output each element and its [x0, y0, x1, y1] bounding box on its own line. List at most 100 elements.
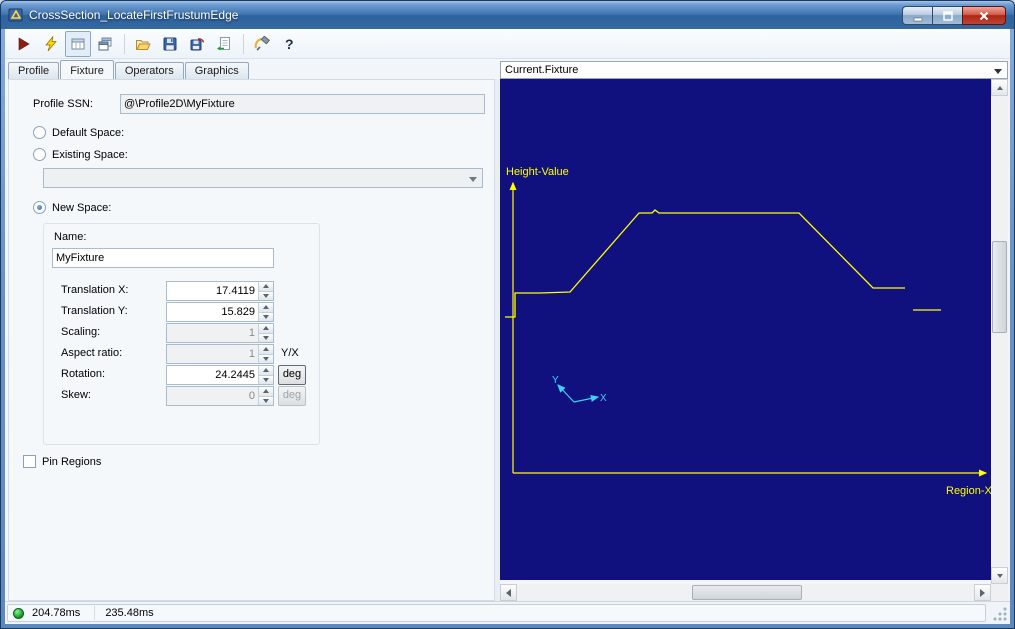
scroll-up-button[interactable]	[991, 79, 1008, 96]
toolbar-separator	[243, 34, 244, 54]
window-title: CrossSection_LocateFirstFrustumEdge	[29, 8, 238, 22]
run-button[interactable]	[11, 31, 37, 57]
measure-tool-button[interactable]	[249, 31, 275, 57]
spin-down-button[interactable]	[259, 375, 273, 385]
client-area: ? Profile Fixture Operators Graphics Pro…	[5, 29, 1010, 624]
play-icon	[16, 36, 32, 52]
status-field: 204.78ms 235.48ms	[7, 604, 986, 622]
existing-space-radio[interactable]	[33, 148, 46, 161]
plot-background	[500, 79, 994, 580]
tab-graphics[interactable]: Graphics	[185, 62, 249, 79]
minimize-button[interactable]	[902, 6, 932, 25]
caliper-icon	[254, 36, 270, 52]
chevron-down-icon	[994, 69, 1002, 74]
tab-strip: Profile Fixture Operators Graphics	[8, 62, 250, 80]
toolbar-separator	[124, 34, 125, 54]
profile-ssn-label: Profile SSN:	[33, 98, 120, 110]
horizontal-scrollbar[interactable]	[500, 584, 991, 601]
profile-display[interactable]: Height-Value Region-X X Y	[500, 79, 1008, 601]
scaling-label: Scaling:	[61, 326, 100, 338]
translation-x-spinner[interactable]: 17.4119	[166, 281, 274, 301]
svg-text:?: ?	[285, 36, 294, 52]
lightning-icon	[43, 36, 59, 52]
status-separator	[94, 606, 95, 620]
horizontal-scroll-thumb[interactable]	[692, 585, 802, 600]
spin-up-button[interactable]	[259, 345, 273, 354]
skew-spinner[interactable]: 0	[166, 386, 274, 406]
import-sheet-icon	[216, 36, 232, 52]
svg-text:Height-Value: Height-Value	[506, 166, 569, 178]
existing-space-combobox[interactable]	[43, 168, 483, 188]
rotation-label: Rotation:	[61, 368, 105, 380]
svg-text:Y: Y	[552, 375, 559, 386]
scaling-spinner[interactable]: 1	[166, 323, 274, 343]
help-button[interactable]: ?	[276, 31, 302, 57]
rotation-deg-button[interactable]: deg	[278, 365, 306, 385]
close-button[interactable]	[962, 6, 1006, 25]
aspect-ratio-spinner[interactable]: 1	[166, 344, 274, 364]
tab-operators[interactable]: Operators	[115, 62, 184, 79]
save-results-button[interactable]	[184, 31, 210, 57]
display-selector-combobox[interactable]: Current.Fixture	[500, 61, 1008, 79]
show-control-grid-button[interactable]	[65, 31, 91, 57]
scroll-down-button[interactable]	[991, 567, 1008, 584]
spin-down-button[interactable]	[259, 312, 273, 322]
new-space-label: New Space:	[52, 202, 111, 214]
spin-up-button[interactable]	[259, 387, 273, 396]
aspect-ratio-label: Aspect ratio:	[61, 347, 122, 359]
profile-plot[interactable]: Height-Value Region-X X Y	[500, 79, 994, 580]
toolbar: ?	[5, 29, 1010, 59]
name-label: Name:	[54, 231, 86, 243]
vertical-scrollbar[interactable]	[991, 79, 1008, 584]
scroll-left-button[interactable]	[500, 584, 517, 601]
rotation-spinner[interactable]: 24.2445	[166, 365, 274, 385]
spin-down-button[interactable]	[259, 291, 273, 301]
spin-up-button[interactable]	[259, 303, 273, 312]
import-export-button[interactable]	[211, 31, 237, 57]
svg-text:X: X	[600, 393, 607, 404]
spin-down-button[interactable]	[259, 354, 273, 364]
tab-fixture[interactable]: Fixture	[60, 60, 114, 79]
new-space-radio[interactable]	[33, 201, 46, 214]
pin-regions-checkbox[interactable]	[23, 455, 36, 468]
name-input[interactable]	[52, 248, 274, 268]
titlebar[interactable]: CrossSection_LocateFirstFrustumEdge	[1, 1, 1014, 29]
run-electric-button[interactable]	[38, 31, 64, 57]
statusbar: 204.78ms 235.48ms	[5, 601, 1010, 624]
open-file-button[interactable]	[130, 31, 156, 57]
vertical-scroll-thumb[interactable]	[992, 241, 1007, 333]
open-folder-icon	[135, 36, 151, 52]
svg-text:Region-X: Region-X	[946, 485, 993, 497]
clone-window-icon	[97, 36, 113, 52]
tab-profile[interactable]: Profile	[8, 62, 59, 79]
spin-up-button[interactable]	[259, 324, 273, 333]
aspect-ratio-units-label: Y/X	[281, 347, 299, 359]
skew-label: Skew:	[61, 389, 91, 401]
profile-ssn-input[interactable]	[120, 94, 485, 114]
spin-down-button[interactable]	[259, 396, 273, 406]
app-window: CrossSection_LocateFirstFrustumEdge	[0, 0, 1015, 629]
translation-y-spinner[interactable]: 15.829	[166, 302, 274, 322]
pin-regions-label: Pin Regions	[42, 456, 101, 468]
clone-view-button[interactable]	[92, 31, 118, 57]
spin-up-button[interactable]	[259, 366, 273, 375]
status-ok-led-icon	[13, 608, 24, 619]
fixture-tab-page: Profile SSN: Default Space: Existing Spa…	[8, 79, 495, 601]
save-button[interactable]	[157, 31, 183, 57]
translation-y-label: Translation Y:	[61, 305, 128, 317]
default-space-label: Default Space:	[52, 127, 124, 139]
floppy-icon	[162, 36, 178, 52]
help-icon: ?	[281, 36, 297, 52]
spin-down-button[interactable]	[259, 333, 273, 343]
scrollbar-corner	[991, 584, 1008, 601]
floppy-arrows-icon	[189, 36, 205, 52]
maximize-button[interactable]	[932, 6, 962, 25]
skew-deg-button[interactable]: deg	[278, 386, 306, 406]
control-grid-icon	[70, 36, 86, 52]
default-space-radio[interactable]	[33, 126, 46, 139]
existing-space-label: Existing Space:	[52, 149, 128, 161]
scroll-right-button[interactable]	[974, 584, 991, 601]
display-selector-value: Current.Fixture	[501, 62, 1007, 78]
resize-grip[interactable]	[993, 607, 1007, 621]
spin-up-button[interactable]	[259, 282, 273, 291]
